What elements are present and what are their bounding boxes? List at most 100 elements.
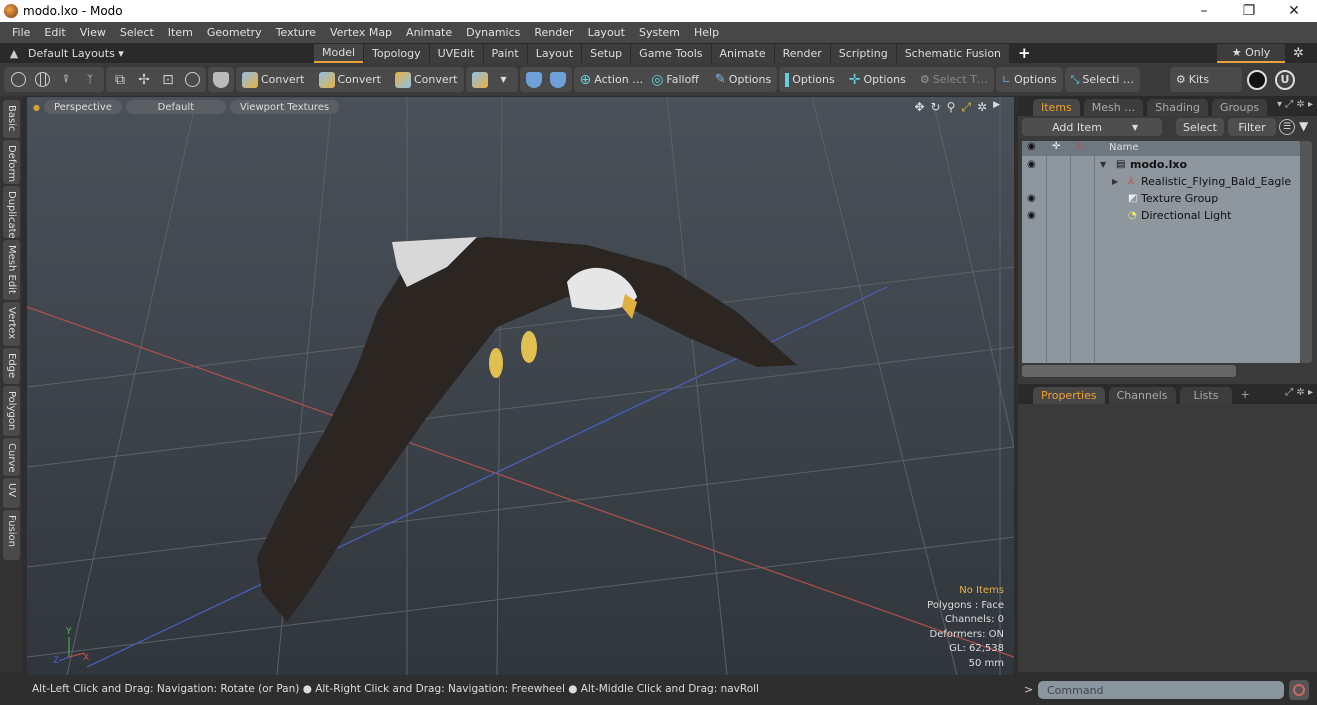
view-type-button[interactable]: Perspective [43,100,122,114]
vtab-mesh-edit[interactable]: Mesh Edit [3,240,20,300]
zoom-view-icon[interactable]: ⚲ [947,100,956,115]
restore-button[interactable]: ❐ [1226,0,1272,22]
tab-game-tools[interactable]: Game Tools [631,43,711,63]
polygons-mode-button[interactable]: ⍒ [55,69,77,91]
add-tab-button[interactable]: + [1236,388,1253,401]
brush-options-button[interactable]: ✎ Options [712,69,774,91]
tab-schematic-fusion[interactable]: Schematic Fusion [896,43,1010,63]
rotate-view-icon[interactable]: ↻ [931,100,941,115]
menu-layout[interactable]: Layout [581,26,632,39]
vtab-edge[interactable]: Edge [3,348,20,384]
edges-mode-button[interactable] [31,69,53,91]
tab-mesh[interactable]: Mesh … [1083,99,1144,116]
layout-pin-icon[interactable]: ▲ [0,47,28,60]
tab-paint[interactable]: Paint [483,43,527,63]
mesh-dropdown-button[interactable]: ▼ [493,69,515,91]
tab-properties[interactable]: Properties [1033,387,1105,404]
vtab-vertex[interactable]: Vertex [3,302,20,346]
default-layouts-dropdown[interactable]: Default Layouts ▾ [28,47,314,60]
vertices-mode-button[interactable] [7,69,29,91]
workplane-options-button[interactable]: ✛ Options [846,69,909,91]
mesh-button[interactable] [469,69,491,91]
layout-settings-gear-icon[interactable]: ✲ [1293,46,1304,61]
vtab-curve[interactable]: Curve [3,438,20,476]
panel-options-icons[interactable]: ▾ ⤢ ✲ ▸ [1277,99,1313,110]
falloff-button[interactable]: ◎ Falloff [648,69,702,91]
menu-file[interactable]: File [5,26,37,39]
snapping-options-button[interactable]: ∟ Options [999,69,1060,91]
visibility-eye-icon[interactable]: ◉ [1027,159,1036,170]
viewport-textures-button[interactable]: Viewport Textures [229,100,340,114]
menu-dynamics[interactable]: Dynamics [459,26,527,39]
snap-button-1[interactable] [523,69,545,91]
auto-select-button[interactable] [210,69,232,91]
unity-button[interactable] [1244,69,1270,91]
menu-render[interactable]: Render [527,26,580,39]
funnel-filter-icon[interactable]: ▼ [1299,119,1308,133]
maximize-icon[interactable]: ⤢ [961,100,971,115]
tab-scripting[interactable]: Scripting [830,43,896,63]
action-center-button[interactable]: ⊕ Action … [577,69,647,91]
visibility-eye-icon[interactable]: ◉ [1027,210,1036,221]
convert-button-1[interactable]: Convert [239,69,308,91]
add-layout-tab-button[interactable]: + [1010,44,1039,62]
items-mode-button[interactable]: ᛉ [79,69,101,91]
filter-button[interactable]: Filter [1228,118,1276,136]
tab-shading[interactable]: Shading [1147,99,1208,116]
tab-setup[interactable]: Setup [582,43,631,63]
unreal-button[interactable]: U [1272,69,1298,91]
record-macro-button[interactable] [1289,680,1309,700]
menu-help[interactable]: Help [687,26,726,39]
name-column-header[interactable]: Name [1109,142,1139,153]
menu-item[interactable]: Item [161,26,200,39]
command-input[interactable]: Command [1038,681,1284,699]
vtab-uv[interactable]: UV [3,478,20,508]
tab-uvedit[interactable]: UVEdit [429,43,483,63]
vtab-deform[interactable]: Deform [3,140,20,184]
expand-arrow-icon[interactable]: ▶ [1112,177,1118,186]
menu-texture[interactable]: Texture [269,26,323,39]
convert-button-2[interactable]: Convert [316,69,385,91]
only-toggle[interactable]: ★ Only [1217,43,1285,63]
vtab-fusion[interactable]: Fusion [3,510,20,560]
kits-button[interactable]: ⚙ Kits [1173,69,1212,91]
tab-layout[interactable]: Layout [527,43,582,63]
selection-sets-button[interactable]: ⤡ Selecti … [1068,69,1137,91]
visibility-eye-icon[interactable]: ◉ [1027,193,1036,204]
vtab-basic[interactable]: Basic [3,100,20,138]
panel-options-icons[interactable]: ⤢ ✲ ▸ [1285,387,1313,398]
falloff-mode-button[interactable] [181,69,203,91]
tab-topology[interactable]: Topology [364,43,429,63]
snap-button-2[interactable] [547,69,569,91]
items-vertical-scrollbar[interactable] [1300,141,1312,363]
select-button[interactable]: Select [1176,118,1224,136]
convert-button-3[interactable]: Convert [392,69,461,91]
symmetry-options-button[interactable]: Options [782,69,837,91]
tab-items[interactable]: Items [1033,99,1080,116]
materials-button[interactable]: ⧉ [109,69,131,91]
tab-animate[interactable]: Animate [711,43,774,63]
tab-channels[interactable]: Channels [1108,387,1176,404]
viewport-menu-arrow-icon[interactable]: ▶ [993,100,1000,115]
items-horizontal-scrollbar[interactable] [1022,365,1236,377]
menu-animate[interactable]: Animate [399,26,459,39]
tab-render[interactable]: Render [774,43,830,63]
select-through-button[interactable]: ⚙ Select T… [917,69,991,91]
menu-select[interactable]: Select [113,26,161,39]
menu-view[interactable]: View [73,26,113,39]
list-options-icon[interactable]: ☰ [1279,119,1295,135]
shading-style-button[interactable]: Default [125,100,226,114]
expand-arrow-icon[interactable]: ▼ [1100,160,1106,169]
move-view-icon[interactable]: ✥ [914,100,924,115]
menu-vertex-map[interactable]: Vertex Map [323,26,399,39]
tab-model[interactable]: Model [314,43,364,63]
add-item-dropdown[interactable]: Add Item ▼ [1022,118,1162,136]
menu-geometry[interactable]: Geometry [200,26,269,39]
close-button[interactable]: ✕ [1271,0,1317,22]
viewport-gear-icon[interactable]: ✲ [977,100,987,115]
center-button[interactable]: ✢ [133,69,155,91]
3d-viewport[interactable]: Y X Z ● Perspective Default Viewport Tex… [27,97,1014,675]
vtab-polygon[interactable]: Polygon [3,386,20,436]
menu-edit[interactable]: Edit [37,26,72,39]
vtab-duplicate[interactable]: Duplicate [3,186,20,239]
